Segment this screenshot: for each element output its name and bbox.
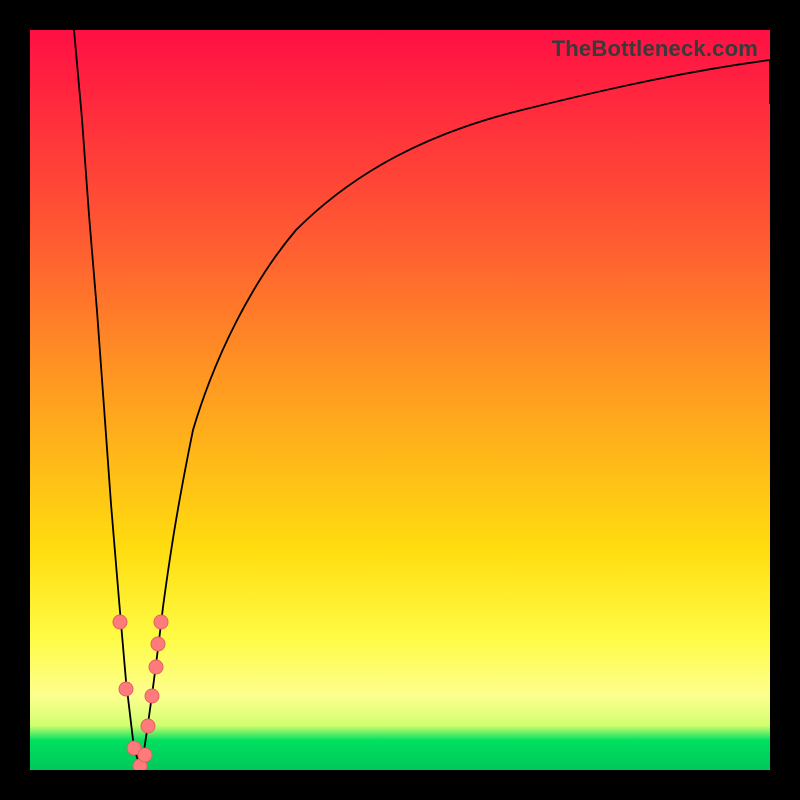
marker-dot: [141, 719, 155, 733]
marker-dot: [151, 637, 165, 651]
marker-dot: [138, 748, 152, 762]
curve-left-branch: [74, 30, 141, 770]
chart-svg: [30, 30, 770, 770]
curve-right-branch: [141, 60, 770, 770]
marker-dot: [149, 660, 163, 674]
chart-plot-area: TheBottleneck.com: [30, 30, 770, 770]
marker-dot: [154, 615, 168, 629]
marker-dot: [113, 615, 127, 629]
chart-frame: TheBottleneck.com: [0, 0, 800, 800]
marker-dot: [145, 689, 159, 703]
marker-dot: [119, 682, 133, 696]
